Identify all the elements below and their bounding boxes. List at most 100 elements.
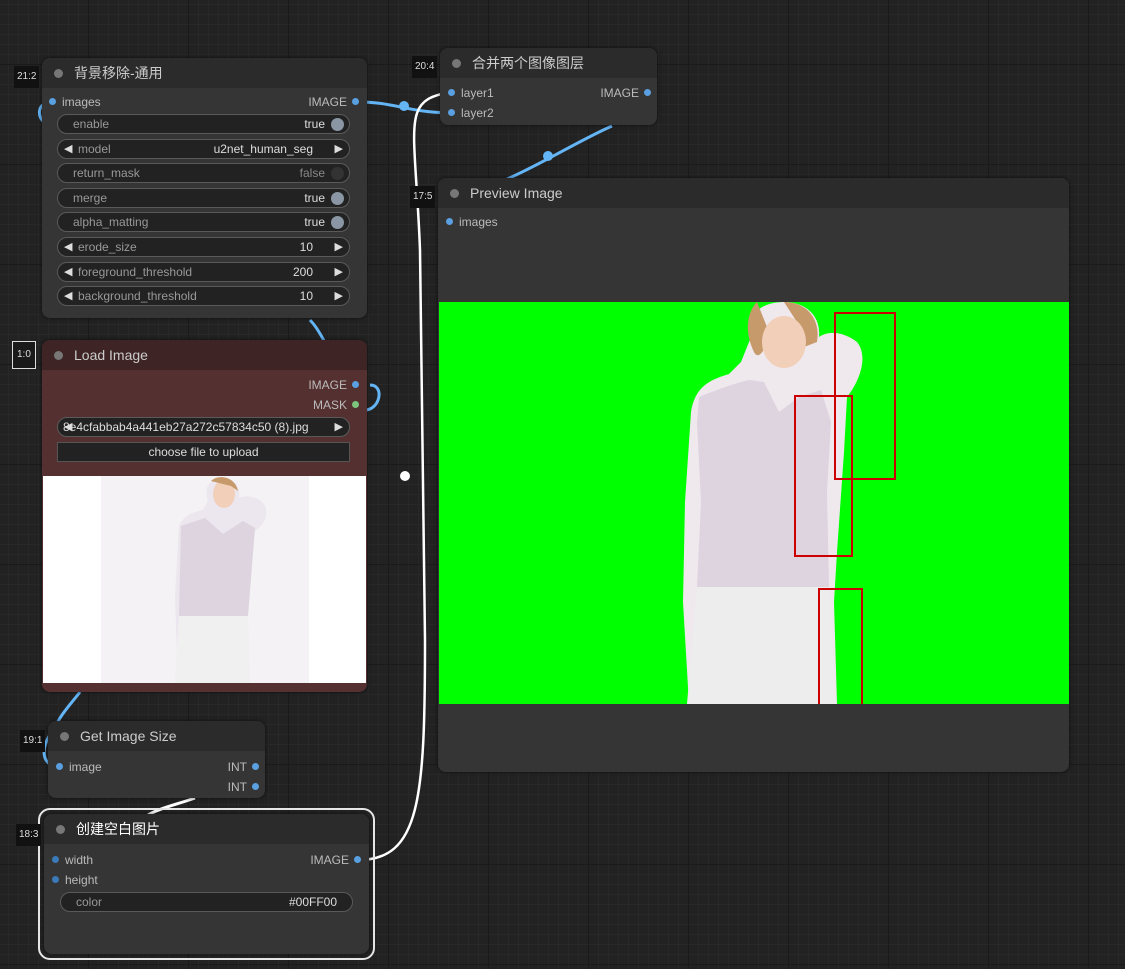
link-midpoint xyxy=(543,151,553,161)
widget-label: return_mask xyxy=(73,166,140,181)
toggle-knob-icon[interactable] xyxy=(331,118,344,131)
collapse-dot-icon[interactable] xyxy=(54,351,63,360)
slot-label: images xyxy=(459,215,498,229)
arrow-right-icon[interactable]: ▶ xyxy=(335,420,343,433)
input-dot-icon[interactable] xyxy=(52,856,59,863)
output-dot-icon[interactable] xyxy=(644,89,651,96)
color-field[interactable]: color #00FF00 xyxy=(60,892,353,912)
slot-label: images xyxy=(62,95,101,109)
node-title-bar[interactable]: 合并两个图像图层 xyxy=(440,48,657,78)
output-slot-mask[interactable]: MASK xyxy=(313,397,361,413)
arrow-right-icon[interactable]: ▶ xyxy=(335,240,343,253)
widget-value: 10 xyxy=(299,289,313,304)
output-slot-image[interactable]: IMAGE xyxy=(310,852,363,868)
output-slot-image[interactable]: IMAGE xyxy=(600,85,653,101)
slot-label: IMAGE xyxy=(310,853,349,867)
node-title: 背景移除-通用 xyxy=(74,65,163,81)
widget-value: 200 xyxy=(292,264,313,279)
widget-label: enable xyxy=(73,117,110,131)
slot-label: INT xyxy=(227,760,247,774)
slot-label: IMAGE xyxy=(600,86,639,100)
widget-model[interactable]: model u2net_human_seg ◀ ▶ xyxy=(57,138,350,159)
link-midpoint xyxy=(399,101,409,111)
collapse-dot-icon[interactable] xyxy=(450,189,459,198)
node-id-badge: 20:4 xyxy=(412,56,438,78)
widget-value: u2net_human_seg xyxy=(213,141,313,156)
collapse-dot-icon[interactable] xyxy=(452,59,461,68)
arrow-left-icon[interactable]: ◀ xyxy=(64,240,72,253)
output-slot-image[interactable]: IMAGE xyxy=(308,377,361,393)
widget-value: #00FF00 xyxy=(288,895,337,909)
input-dot-icon[interactable] xyxy=(446,218,453,225)
output-slot-int[interactable]: INT xyxy=(228,779,261,795)
upload-button[interactable]: choose file to upload xyxy=(57,442,350,462)
input-slot-layer1[interactable]: layer1 xyxy=(445,85,494,101)
bg-remove-node[interactable]: 背景移除-通用 images IMAGE enable true model u2ne… xyxy=(42,58,367,318)
arrow-left-icon[interactable]: ◀ xyxy=(64,265,72,278)
input-slot-layer2[interactable]: layer2 xyxy=(445,105,494,121)
button-label: choose file to upload xyxy=(148,445,259,459)
slot-label: layer1 xyxy=(461,86,494,100)
input-dot-icon[interactable] xyxy=(56,763,63,770)
widget-merge[interactable]: merge true xyxy=(57,187,350,208)
toggle-knob-icon[interactable] xyxy=(331,167,344,181)
collapse-dot-icon[interactable] xyxy=(60,732,69,741)
widget-enable[interactable]: enable true xyxy=(57,114,350,134)
input-slot-images[interactable]: images xyxy=(46,94,101,110)
toggle-knob-icon[interactable] xyxy=(331,216,344,230)
create-blank-image-node[interactable]: 创建空白图片 width height IMAGE color #00FF00 xyxy=(44,814,369,954)
output-dot-icon[interactable] xyxy=(352,381,359,388)
arrow-right-icon[interactable]: ▶ xyxy=(335,265,343,278)
node-title-bar[interactable]: Preview Image xyxy=(438,178,1069,208)
get-image-size-node[interactable]: Get Image Size image INT INT xyxy=(48,721,265,798)
load-image-node[interactable]: Load Image IMAGE MASK ◀ 8e4cfabbab4a441e… xyxy=(42,340,367,692)
input-dot-icon[interactable] xyxy=(52,876,59,883)
node-id-badge: 18:3 xyxy=(16,824,42,846)
node-id-badge: 21:2 xyxy=(14,66,40,88)
input-dot-icon[interactable] xyxy=(448,89,455,96)
output-dot-icon[interactable] xyxy=(352,98,359,105)
input-dot-icon[interactable] xyxy=(49,98,56,105)
arrow-right-icon[interactable]: ▶ xyxy=(335,142,343,155)
output-slot-image[interactable]: IMAGE xyxy=(308,94,361,110)
widget-background-threshold[interactable]: background_threshold 10 ◀ ▶ xyxy=(57,286,350,307)
collapse-dot-icon[interactable] xyxy=(54,69,63,78)
input-slot-image[interactable]: image xyxy=(53,759,102,775)
input-slot-height[interactable]: height xyxy=(49,872,98,888)
node-title-bar[interactable]: Load Image xyxy=(42,340,367,370)
widget-label: background_threshold xyxy=(78,289,197,304)
node-title: Get Image Size xyxy=(80,728,177,744)
output-dot-icon[interactable] xyxy=(354,856,361,863)
toggle-knob-icon[interactable] xyxy=(331,191,344,205)
node-title: 合并两个图像图层 xyxy=(472,55,584,71)
input-slot-images[interactable]: images xyxy=(443,214,498,230)
widget-label: erode_size xyxy=(78,240,137,254)
widget-erode-size[interactable]: erode_size 10 ◀ ▶ xyxy=(57,237,350,257)
arrow-left-icon[interactable]: ◀ xyxy=(64,142,72,155)
widget-value: false xyxy=(299,166,325,181)
slot-label: height xyxy=(65,873,98,887)
node-title-bar[interactable]: 创建空白图片 xyxy=(44,814,369,844)
output-slot-int[interactable]: INT xyxy=(228,759,261,775)
output-dot-icon[interactable] xyxy=(352,401,359,408)
image-file-selector[interactable]: ◀ 8e4cfabbab4a441eb27a272c57834c50 (8).j… xyxy=(57,417,350,437)
widget-label: merge xyxy=(73,190,108,205)
widget-return-mask[interactable]: return_mask false xyxy=(57,163,350,184)
node-title-bar[interactable]: 背景移除-通用 xyxy=(42,58,367,88)
output-dot-icon[interactable] xyxy=(252,783,259,790)
node-title: Preview Image xyxy=(470,185,563,201)
arrow-left-icon[interactable]: ◀ xyxy=(64,289,72,302)
input-dot-icon[interactable] xyxy=(448,109,455,116)
preview-image[interactable] xyxy=(439,302,1069,704)
node-title-bar[interactable]: Get Image Size xyxy=(48,721,265,751)
arrow-right-icon[interactable]: ▶ xyxy=(335,289,343,302)
merge-layers-node[interactable]: 合并两个图像图层 layer1 layer2 IMAGE xyxy=(440,48,657,125)
widget-foreground-threshold[interactable]: foreground_threshold 200 ◀ ▶ xyxy=(57,261,350,282)
preview-image-node[interactable]: Preview Image images xyxy=(438,178,1069,772)
widget-alpha-matting[interactable]: alpha_matting true xyxy=(57,212,350,233)
output-dot-icon[interactable] xyxy=(252,763,259,770)
slot-label: layer2 xyxy=(461,106,494,120)
input-slot-width[interactable]: width xyxy=(49,852,93,868)
widget-value: true xyxy=(304,215,325,230)
collapse-dot-icon[interactable] xyxy=(56,825,65,834)
